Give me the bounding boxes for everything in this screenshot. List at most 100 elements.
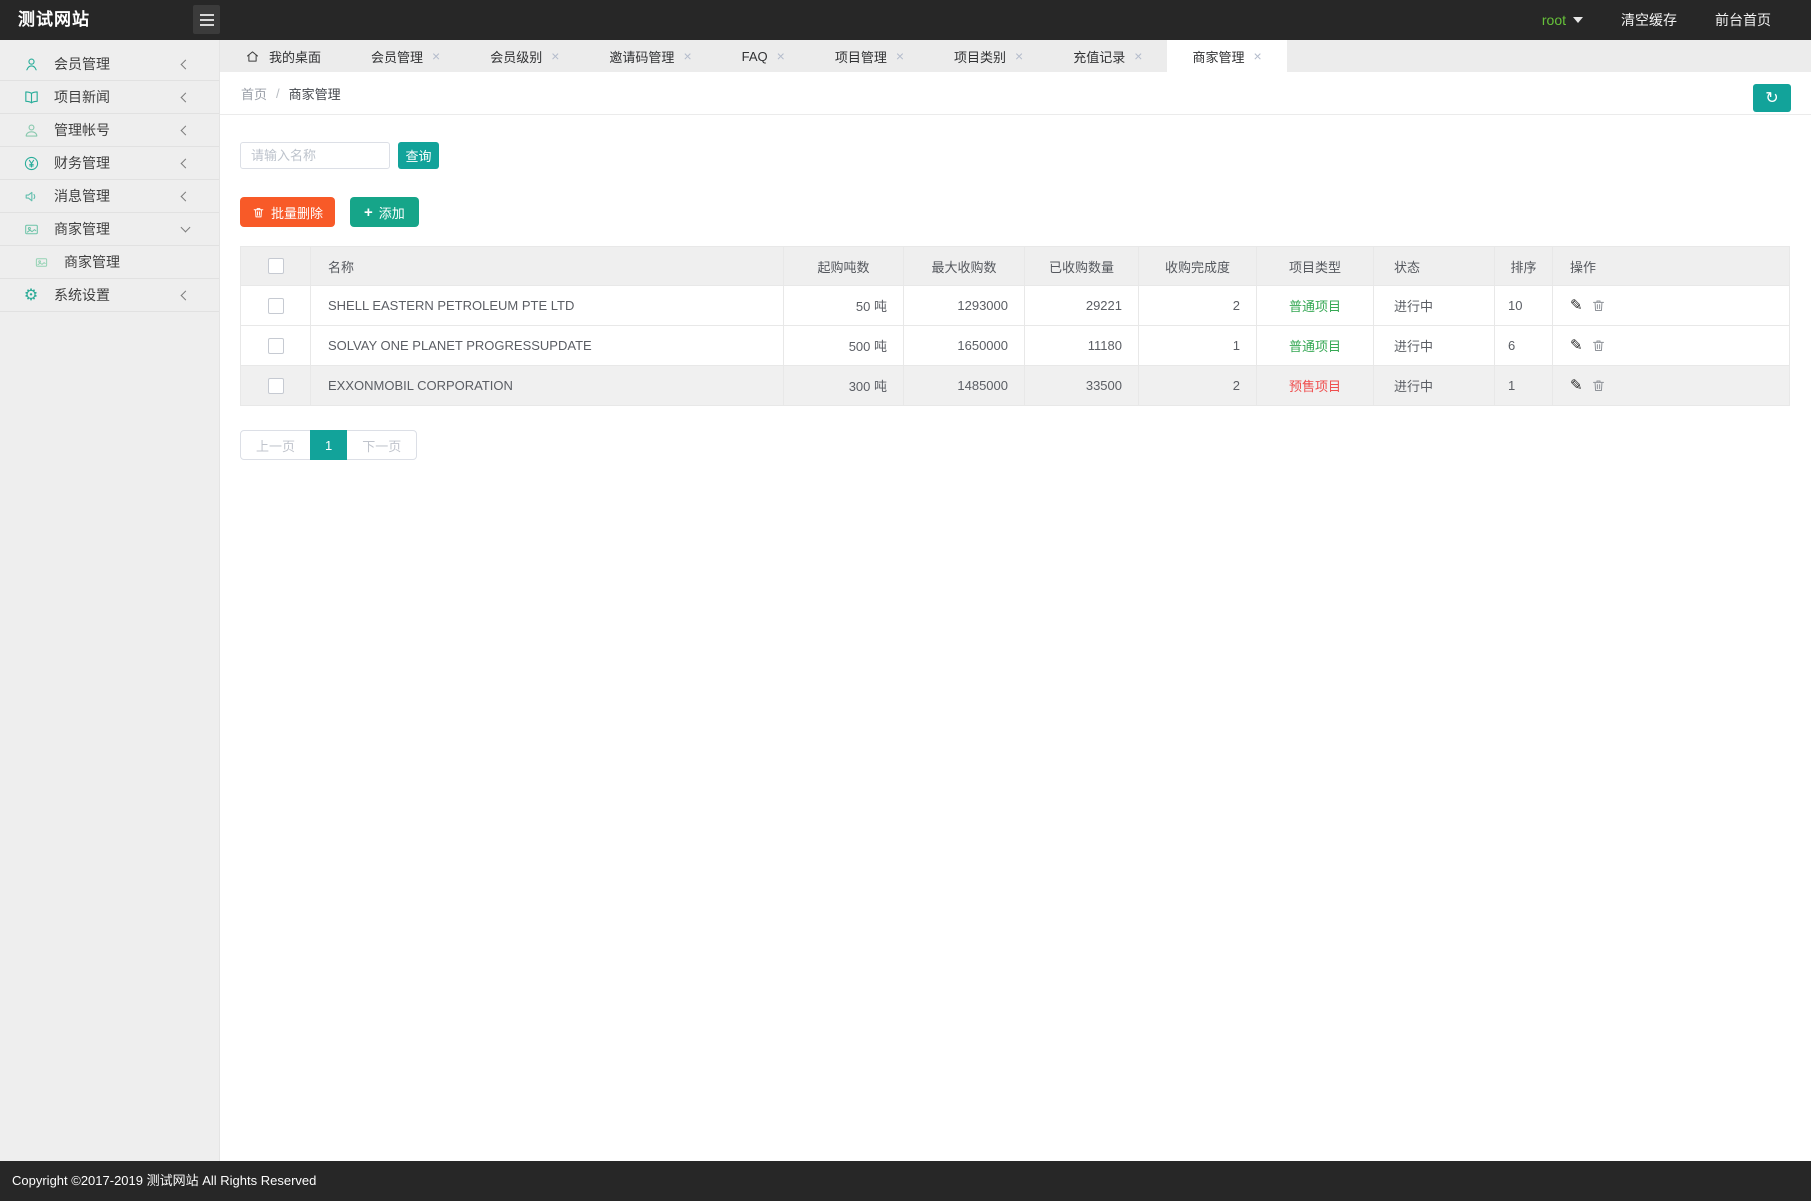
col-header-status: 状态 — [1373, 246, 1495, 286]
chevron-left-icon — [180, 125, 191, 135]
home-icon — [245, 49, 260, 64]
chevron-left-icon — [180, 92, 191, 102]
row-checkbox[interactable] — [267, 297, 284, 314]
status-label: 进行中 — [1373, 285, 1495, 326]
tab-project-management[interactable]: 项目管理 × — [810, 40, 929, 72]
close-tab-icon[interactable]: × — [551, 49, 559, 63]
chevron-left-icon — [180, 59, 191, 69]
delete-icon[interactable] — [1591, 340, 1606, 356]
sidebar-item-message-management[interactable]: 消息管理 — [0, 180, 219, 213]
sidebar-item-label: 财务管理 — [54, 155, 110, 171]
sidebar-item-label: 管理帐号 — [54, 122, 110, 138]
sidebar-item-label: 商家管理 — [54, 221, 110, 237]
breadcrumb-current: 商家管理 — [288, 86, 341, 102]
col-header-min-tons: 起购吨数 — [783, 246, 904, 286]
tab-member-level[interactable]: 会员级别 × — [465, 40, 584, 72]
col-header-acquired: 已收购数量 — [1024, 246, 1139, 286]
merchant-card-icon — [32, 255, 50, 270]
delete-icon[interactable] — [1591, 380, 1606, 396]
sidebar-item-project-news[interactable]: 项目新闻 — [0, 81, 219, 114]
row-checkbox[interactable] — [267, 377, 284, 394]
table-row: SOLVAY ONE PLANET PROGRESSUPDATE 500 吨 1… — [240, 325, 1790, 366]
close-tab-icon[interactable]: × — [896, 49, 904, 63]
breadcrumb: 首页 / 商家管理 ↻ — [220, 72, 1811, 115]
chevron-left-icon — [180, 191, 191, 201]
sidebar-item-label: 项目新闻 — [54, 89, 110, 105]
sidebar-item-system-settings[interactable]: ⚙ 系统设置 — [0, 279, 219, 312]
username-label: root — [1541, 12, 1566, 28]
query-button[interactable]: 查询 — [398, 142, 439, 169]
edit-icon[interactable]: ✎ — [1570, 336, 1583, 354]
plus-icon: + — [364, 203, 373, 221]
close-tab-icon[interactable]: × — [683, 49, 691, 63]
refresh-icon: ↻ — [1765, 88, 1779, 107]
edit-icon[interactable]: ✎ — [1570, 376, 1583, 394]
user-dropdown[interactable]: root — [1542, 12, 1583, 28]
main-area: 我的桌面 会员管理 × 会员级别 × 邀请码管理 × FAQ × 项目管理 × — [220, 40, 1811, 1161]
search-input[interactable] — [240, 142, 390, 169]
project-type-label: 普通项目 — [1288, 299, 1341, 314]
batch-delete-button[interactable]: 批量删除 — [240, 197, 336, 227]
tabbar: 我的桌面 会员管理 × 会员级别 × 邀请码管理 × FAQ × 项目管理 × — [220, 40, 1811, 72]
col-header-actions: 操作 — [1552, 246, 1790, 286]
user-icon — [22, 56, 40, 73]
sidebar-item-merchant-management[interactable]: 商家管理 — [0, 213, 219, 246]
chevron-down-icon — [180, 222, 191, 233]
sidebar-toggle-button[interactable] — [193, 5, 220, 34]
table-row: SHELL EASTERN PETROLEUM PTE LTD 50 吨 129… — [240, 285, 1790, 326]
gear-icon: ⚙ — [23, 285, 39, 304]
front-home-link[interactable]: 前台首页 — [1715, 10, 1771, 30]
status-label: 进行中 — [1373, 325, 1495, 366]
caret-down-icon — [1573, 17, 1583, 23]
close-tab-icon[interactable]: × — [1253, 49, 1261, 63]
page-1-button[interactable]: 1 — [310, 430, 348, 460]
search-bar: 查询 — [240, 142, 1791, 169]
close-tab-icon[interactable]: × — [1015, 49, 1023, 63]
project-type-label: 预售项目 — [1288, 379, 1341, 394]
sidebar-item-label: 系统设置 — [54, 287, 110, 303]
merchant-name: SOLVAY ONE PLANET PROGRESSUPDATE — [310, 325, 784, 366]
project-type-label: 普通项目 — [1288, 339, 1341, 354]
tab-member-management[interactable]: 会员管理 × — [346, 40, 465, 72]
account-icon — [22, 122, 40, 139]
breadcrumb-separator: / — [276, 85, 280, 101]
edit-icon[interactable]: ✎ — [1570, 296, 1583, 314]
topbar-right: root 清空缓存 前台首页 — [1542, 0, 1771, 40]
sidebar-subitem-merchant-management[interactable]: 商家管理 — [0, 246, 219, 279]
trash-icon — [252, 206, 265, 219]
hamburger-icon — [199, 13, 214, 16]
book-icon — [22, 89, 40, 106]
close-tab-icon[interactable]: × — [777, 49, 785, 63]
breadcrumb-home[interactable]: 首页 — [241, 84, 267, 103]
select-all-checkbox[interactable] — [267, 258, 284, 275]
col-header-max-acquire: 最大收购数 — [903, 246, 1025, 286]
table-row: EXXONMOBIL CORPORATION 300 吨 1485000 335… — [240, 365, 1790, 406]
row-checkbox[interactable] — [267, 337, 284, 354]
sidebar-item-label: 消息管理 — [54, 188, 110, 204]
clear-cache-link[interactable]: 清空缓存 — [1621, 10, 1677, 30]
sidebar-item-admin-accounts[interactable]: 管理帐号 — [0, 114, 219, 147]
close-tab-icon[interactable]: × — [432, 49, 440, 63]
sidebar-item-member-management[interactable]: 会员管理 — [0, 48, 219, 81]
tab-faq[interactable]: FAQ × — [717, 40, 810, 72]
sidebar-item-label: 会员管理 — [54, 56, 110, 72]
col-header-type: 项目类型 — [1256, 246, 1374, 286]
merchant-name: SHELL EASTERN PETROLEUM PTE LTD — [310, 285, 784, 326]
close-tab-icon[interactable]: × — [1134, 49, 1142, 63]
sidebar-menu: 会员管理 项目新闻 管理帐号 财务管理 消息管理 商家管理 商家管理 ⚙ 系统设… — [0, 40, 219, 312]
tab-my-desktop[interactable]: 我的桌面 — [220, 40, 346, 72]
next-page-button[interactable]: 下一页 — [346, 430, 418, 460]
refresh-button[interactable]: ↻ — [1753, 84, 1791, 112]
tab-merchant-management[interactable]: 商家管理 × — [1167, 40, 1287, 72]
sidebar: 会员管理 项目新闻 管理帐号 财务管理 消息管理 商家管理 商家管理 ⚙ 系统设… — [0, 40, 220, 1161]
delete-icon[interactable] — [1591, 300, 1606, 316]
add-button[interactable]: + 添加 — [350, 197, 419, 227]
sidebar-item-finance-management[interactable]: 财务管理 — [0, 147, 219, 180]
sidebar-subitem-label: 商家管理 — [64, 254, 120, 270]
prev-page-button[interactable]: 上一页 — [240, 430, 312, 460]
app-root: 测试网站 root 清空缓存 前台首页 会员管理 项目新闻 管理帐号 财务管理 … — [0, 0, 1811, 1201]
tab-recharge-records[interactable]: 充值记录 × — [1048, 40, 1167, 72]
tab-project-category[interactable]: 项目类别 × — [929, 40, 1048, 72]
chevron-left-icon — [180, 290, 191, 300]
tab-invite-code-management[interactable]: 邀请码管理 × — [584, 40, 716, 72]
